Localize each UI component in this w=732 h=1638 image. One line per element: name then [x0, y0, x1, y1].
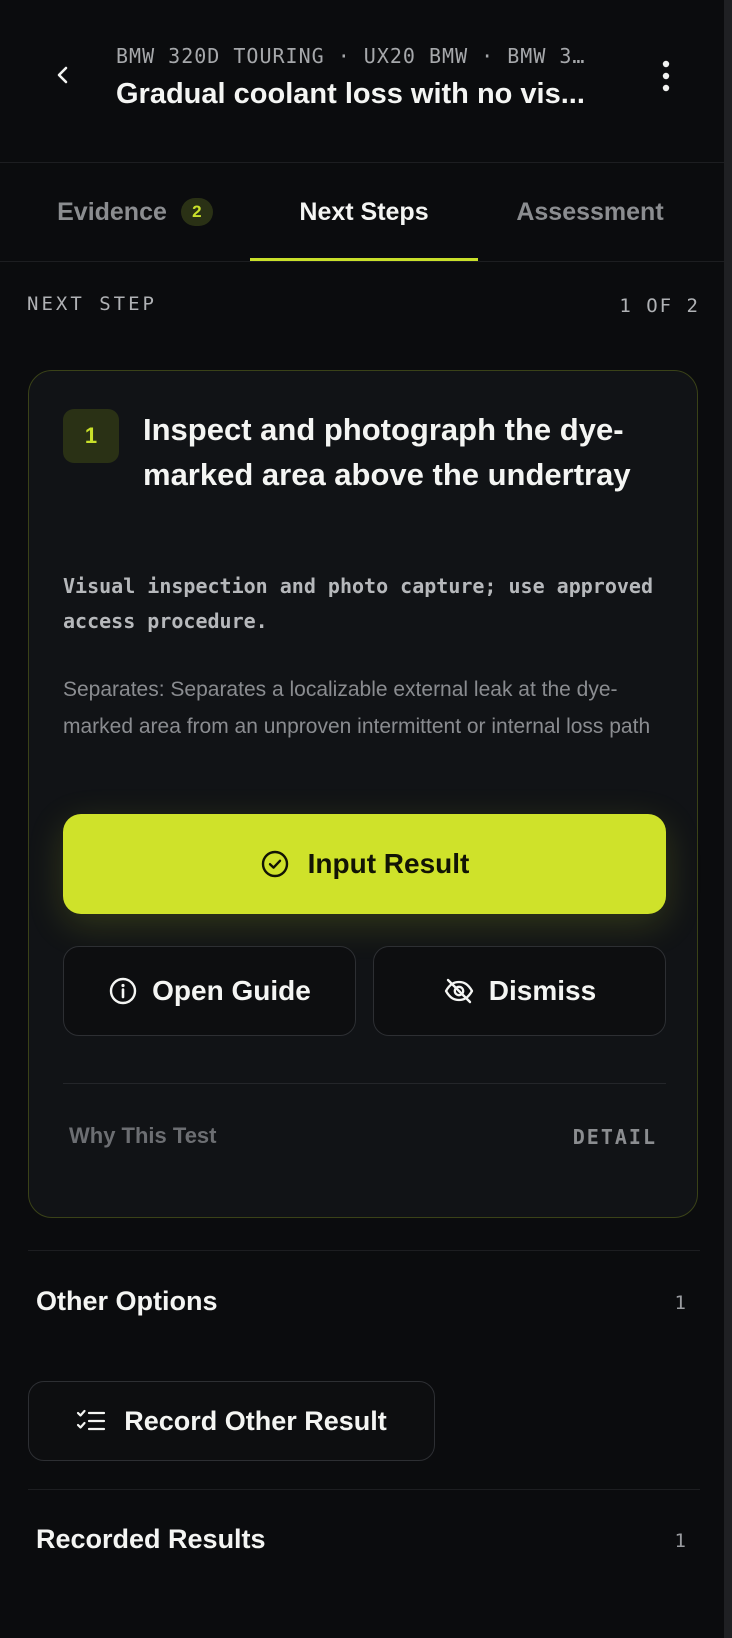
other-options-count: 1	[674, 1292, 686, 1314]
step-counter: 1 OF 2	[619, 295, 700, 317]
more-options-button[interactable]	[648, 54, 684, 98]
chevron-left-icon	[57, 66, 68, 84]
card-divider	[63, 1083, 666, 1084]
tab-assessment[interactable]: Assessment	[490, 163, 690, 261]
input-result-label: Input Result	[307, 848, 470, 879]
evidence-count-badge: 2	[180, 198, 213, 226]
tab-label: Evidence	[57, 197, 167, 226]
step-separates-text: Separates: Separates a localizable exter…	[63, 678, 651, 738]
active-tab-indicator	[250, 258, 478, 261]
tab-label: Next Steps	[299, 197, 429, 226]
record-other-result-label: Record Other Result	[124, 1405, 387, 1436]
more-vertical-icon	[662, 60, 670, 92]
step-number-badge: 1	[63, 409, 119, 463]
tab-evidence[interactable]: Evidence 2	[30, 163, 240, 261]
why-this-test-toggle[interactable]: Why This Test	[69, 1123, 217, 1149]
next-step-card: 1 Inspect and photograph the dye-marked …	[28, 370, 698, 1218]
open-guide-label: Open Guide	[152, 975, 311, 1006]
scrollbar[interactable]	[724, 0, 732, 1638]
page-title: Gradual coolant loss with no vis...	[116, 78, 585, 110]
step-title: Inspect and photograph the dye-marked ar…	[143, 412, 631, 492]
breadcrumb: BMW 320D TOURING · UX20 BMW · BMW 3…	[116, 44, 586, 68]
check-circle-icon	[261, 850, 288, 878]
section-divider	[28, 1250, 700, 1251]
section-label: NEXT STEP	[27, 293, 157, 315]
tab-label: Assessment	[516, 197, 664, 226]
step-description: Visual inspection and photo capture; use…	[63, 574, 654, 633]
tab-bar: Evidence 2 Next Steps Assessment	[0, 163, 724, 262]
back-button[interactable]	[46, 58, 80, 92]
recorded-results-count: 1	[674, 1530, 686, 1552]
detail-link[interactable]: DETAIL	[573, 1125, 657, 1149]
tab-next-steps[interactable]: Next Steps	[250, 163, 478, 261]
record-other-result-button[interactable]: Record Other Result	[28, 1381, 435, 1461]
header: BMW 320D TOURING · UX20 BMW · BMW 3… Gra…	[0, 0, 724, 163]
checklist-icon	[77, 1409, 106, 1431]
other-options-title: Other Options	[36, 1286, 218, 1316]
info-icon	[109, 977, 137, 1005]
open-guide-button[interactable]: Open Guide	[63, 946, 356, 1036]
eye-off-icon	[444, 978, 473, 1004]
app: BMW 320D TOURING · UX20 BMW · BMW 3… Gra…	[0, 0, 724, 1638]
dismiss-button[interactable]: Dismiss	[373, 946, 666, 1036]
section-divider	[28, 1489, 700, 1490]
input-result-button[interactable]: Input Result	[63, 814, 666, 914]
dismiss-label: Dismiss	[488, 975, 597, 1006]
recorded-results-title: Recorded Results	[36, 1524, 266, 1554]
